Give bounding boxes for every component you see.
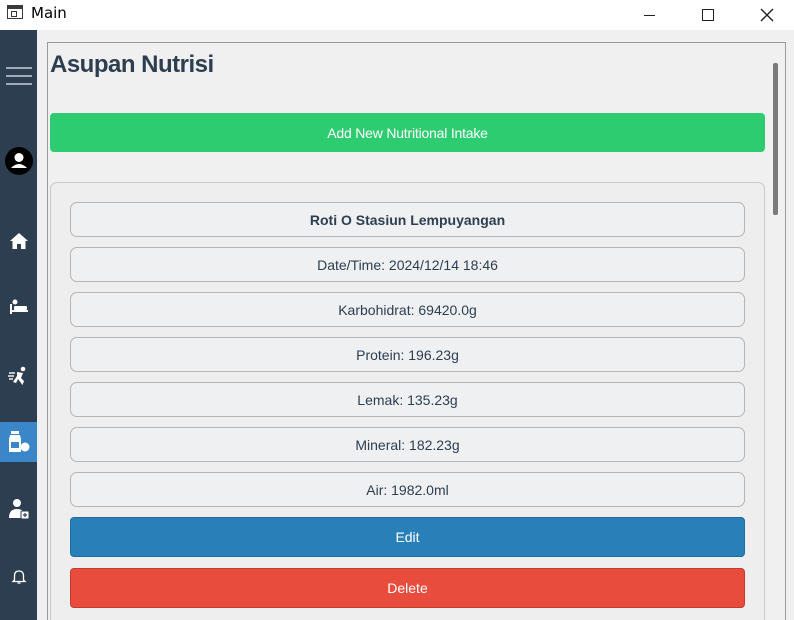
entry-air: Air: 1982.0ml (70, 472, 745, 507)
window-title: Main (31, 4, 67, 22)
delete-button[interactable]: Delete (70, 568, 745, 608)
sidebar-item-profile[interactable] (0, 141, 37, 181)
entry-lemak: Lemak: 135.23g (70, 382, 745, 417)
home-icon (9, 233, 28, 249)
bell-icon (10, 570, 27, 584)
nutrition-entry-card: Roti O Stasiun Lempuyangan Date/Time: 20… (50, 182, 765, 620)
sidebar-item-home[interactable] (0, 221, 37, 261)
entry-protein: Protein: 196.23g (70, 337, 745, 372)
doctor-icon (8, 499, 29, 520)
entry-karbohidrat: Karbohidrat: 69420.0g (70, 292, 745, 327)
minimize-button[interactable] (620, 0, 678, 30)
entry-datetime: Date/Time: 2024/12/14 18:46 (70, 247, 745, 282)
sidebar-item-activity[interactable] (0, 356, 37, 396)
sidebar-item-rest[interactable] (0, 287, 37, 327)
rest-icon (9, 299, 28, 314)
minimize-icon (643, 14, 655, 16)
sidebar (0, 30, 37, 620)
content-panel: Asupan Nutrisi Add New Nutritional Intak… (47, 42, 786, 620)
app-icon (7, 5, 23, 19)
maximize-button[interactable] (679, 0, 737, 30)
add-nutritional-intake-button[interactable]: Add New Nutritional Intake (50, 113, 765, 152)
sidebar-item-doctor[interactable] (0, 489, 37, 529)
profile-icon (4, 147, 33, 175)
maximize-icon (702, 9, 714, 21)
running-icon (7, 366, 25, 385)
edit-button[interactable]: Edit (70, 517, 745, 557)
window-titlebar: Main (0, 0, 794, 30)
sidebar-item-nutrition[interactable] (0, 422, 37, 462)
entry-name: Roti O Stasiun Lempuyangan (70, 202, 745, 237)
page-title: Asupan Nutrisi (50, 51, 214, 78)
sidebar-item-notifications[interactable] (0, 557, 37, 597)
nutrition-icon (8, 431, 29, 452)
close-icon (760, 8, 774, 22)
menu-icon (5, 67, 32, 85)
close-button[interactable] (738, 0, 794, 30)
menu-button[interactable] (0, 56, 37, 96)
scrollbar-thumb[interactable] (773, 63, 778, 215)
entry-mineral: Mineral: 182.23g (70, 427, 745, 462)
